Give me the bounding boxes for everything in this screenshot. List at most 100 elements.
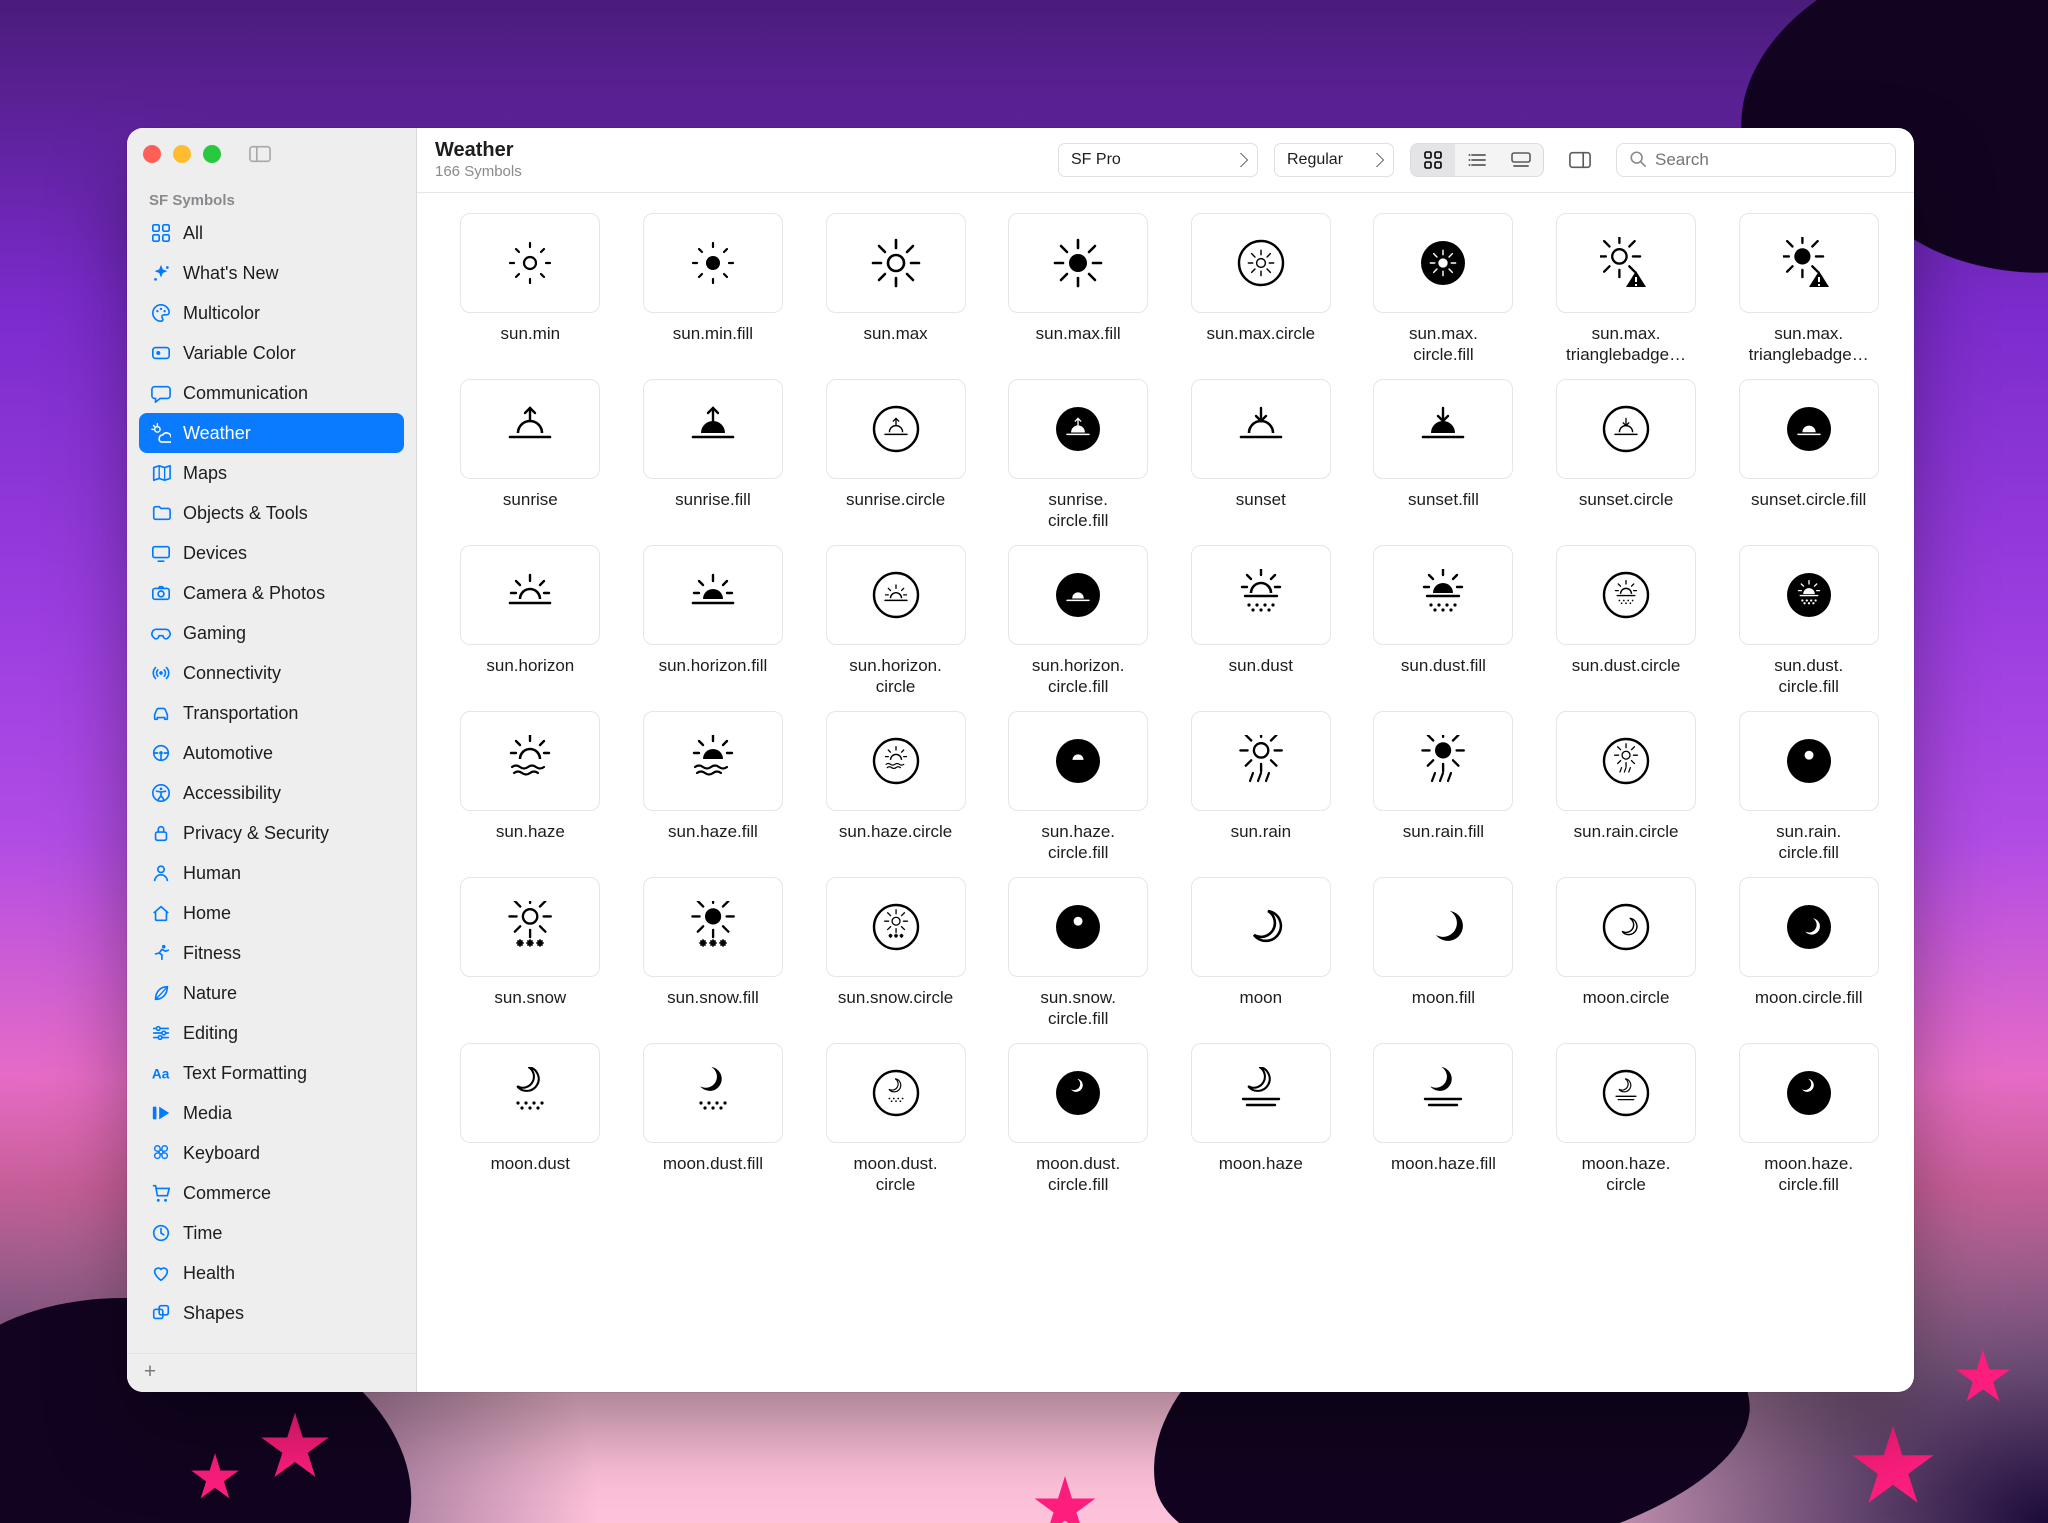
symbol-cell[interactable]: sunset.fill [1358, 379, 1529, 533]
sidebar-item-camera-photos[interactable]: Camera & Photos [139, 573, 404, 613]
symbol-cell[interactable]: moon.haze.fill [1358, 1043, 1529, 1197]
symbol-cell[interactable]: moon.circle.fill [1723, 877, 1894, 1031]
symbol-cell[interactable]: sun.dust [1176, 545, 1347, 699]
symbol-cell[interactable]: sun.max [810, 213, 981, 367]
sidebar-item-accessibility[interactable]: Accessibility [139, 773, 404, 813]
symbol-tile [643, 711, 783, 811]
search-input[interactable] [1655, 150, 1883, 170]
symbol-cell[interactable]: sun.min.fill [628, 213, 799, 367]
symbol-cell[interactable]: moon.fill [1358, 877, 1529, 1031]
sidebar-item-text-formatting[interactable]: Text Formatting [139, 1053, 404, 1093]
minimize-window-button[interactable] [173, 145, 191, 163]
close-window-button[interactable] [143, 145, 161, 163]
symbol-cell[interactable]: moon [1176, 877, 1347, 1031]
symbol-cell[interactable]: sunrise. circle.fill [993, 379, 1164, 533]
sidebar-item-commerce[interactable]: Commerce [139, 1173, 404, 1213]
sidebar-item-all[interactable]: All [139, 213, 404, 253]
symbol-cell[interactable]: sunrise.fill [628, 379, 799, 533]
symbol-cell[interactable]: sunrise [445, 379, 616, 533]
sidebar-item-multicolor[interactable]: Multicolor [139, 293, 404, 333]
symbol-cell[interactable]: sun.horizon. circle.fill [993, 545, 1164, 699]
list-view-button[interactable] [1455, 144, 1499, 176]
symbol-label: sun.max. trianglebadge… [1745, 323, 1873, 367]
sidebar-item-label: Keyboard [183, 1143, 260, 1164]
gallery-view-button[interactable] [1499, 144, 1543, 176]
sidebar-item-weather[interactable]: Weather [139, 413, 404, 453]
symbol-tile [1373, 877, 1513, 977]
sidebar-item-fitness[interactable]: Fitness [139, 933, 404, 973]
symbol-cell[interactable]: moon.haze [1176, 1043, 1347, 1197]
symbol-cell[interactable]: sun.max. trianglebadge… [1723, 213, 1894, 367]
symbol-cell[interactable]: sun.rain [1176, 711, 1347, 865]
car-icon [151, 703, 171, 723]
sidebar-item-label: Fitness [183, 943, 241, 964]
symbol-label: moon.circle [1579, 987, 1674, 1031]
symbol-cell[interactable]: sun.rain.circle [1541, 711, 1712, 865]
symbol-cell[interactable]: sunset [1176, 379, 1347, 533]
inspector-toggle-button[interactable] [1560, 144, 1600, 176]
symbol-cell[interactable]: sun.dust. circle.fill [1723, 545, 1894, 699]
person-icon [151, 863, 171, 883]
symbol-cell[interactable]: sun.max. circle.fill [1358, 213, 1529, 367]
symbol-cell[interactable]: sun.snow [445, 877, 616, 1031]
sidebar-item-gaming[interactable]: Gaming [139, 613, 404, 653]
symbol-cell[interactable]: sun.haze [445, 711, 616, 865]
sidebar-item-shapes[interactable]: Shapes [139, 1293, 404, 1333]
sidebar-item-media[interactable]: Media [139, 1093, 404, 1133]
house-icon [151, 903, 171, 923]
sidebar-item-communication[interactable]: Communication [139, 373, 404, 413]
sidebar-item-what-s-new[interactable]: What's New [139, 253, 404, 293]
symbol-cell[interactable]: sun.haze.circle [810, 711, 981, 865]
sidebar-item-home[interactable]: Home [139, 893, 404, 933]
font-selector[interactable]: SF Pro [1058, 143, 1258, 177]
symbol-cell[interactable]: sun.horizon. circle [810, 545, 981, 699]
sidebar-item-connectivity[interactable]: Connectivity [139, 653, 404, 693]
sidebar-item-maps[interactable]: Maps [139, 453, 404, 493]
symbol-tile [1373, 379, 1513, 479]
sidebar-item-time[interactable]: Time [139, 1213, 404, 1253]
symbol-cell[interactable]: sun.haze. circle.fill [993, 711, 1164, 865]
sidebar-item-automotive[interactable]: Automotive [139, 733, 404, 773]
search-field[interactable] [1616, 143, 1896, 177]
symbol-cell[interactable]: sun.snow.fill [628, 877, 799, 1031]
add-button[interactable]: + [135, 1356, 165, 1386]
symbol-cell[interactable]: sun.horizon.fill [628, 545, 799, 699]
symbol-cell[interactable]: sun.horizon [445, 545, 616, 699]
symbol-cell[interactable]: moon.dust.fill [628, 1043, 799, 1197]
zoom-window-button[interactable] [203, 145, 221, 163]
symbol-cell[interactable]: sun.snow. circle.fill [993, 877, 1164, 1031]
sidebar-item-variable-color[interactable]: Variable Color [139, 333, 404, 373]
sidebar-item-editing[interactable]: Editing [139, 1013, 404, 1053]
sidebar-item-keyboard[interactable]: Keyboard [139, 1133, 404, 1173]
sidebar-item-nature[interactable]: Nature [139, 973, 404, 1013]
sidebar-item-objects-tools[interactable]: Objects & Tools [139, 493, 404, 533]
sidebar-item-devices[interactable]: Devices [139, 533, 404, 573]
sidebar-item-human[interactable]: Human [139, 853, 404, 893]
symbol-cell[interactable]: sun.max.fill [993, 213, 1164, 367]
sidebar-item-health[interactable]: Health [139, 1253, 404, 1293]
symbol-cell[interactable]: moon.dust. circle.fill [993, 1043, 1164, 1197]
symbol-cell[interactable]: sun.snow.circle [810, 877, 981, 1031]
symbol-cell[interactable]: sunrise.circle [810, 379, 981, 533]
symbol-label: sun.horizon. circle.fill [1028, 655, 1129, 699]
symbol-cell[interactable]: moon.dust. circle [810, 1043, 981, 1197]
symbol-cell[interactable]: moon.dust [445, 1043, 616, 1197]
toggle-sidebar-button[interactable] [249, 145, 271, 163]
symbol-cell[interactable]: sunset.circle.fill [1723, 379, 1894, 533]
symbol-cell[interactable]: sun.min [445, 213, 616, 367]
symbol-cell[interactable]: sun.max. trianglebadge… [1541, 213, 1712, 367]
symbol-cell[interactable]: sun.rain.fill [1358, 711, 1529, 865]
grid-view-button[interactable] [1411, 144, 1455, 176]
sidebar-item-transportation[interactable]: Transportation [139, 693, 404, 733]
symbol-cell[interactable]: moon.circle [1541, 877, 1712, 1031]
symbol-cell[interactable]: sun.haze.fill [628, 711, 799, 865]
symbol-cell[interactable]: sun.max.circle [1176, 213, 1347, 367]
weight-selector[interactable]: Regular [1274, 143, 1394, 177]
symbol-cell[interactable]: sun.dust.circle [1541, 545, 1712, 699]
symbol-cell[interactable]: sunset.circle [1541, 379, 1712, 533]
sidebar-item-privacy-security[interactable]: Privacy & Security [139, 813, 404, 853]
symbol-cell[interactable]: sun.rain. circle.fill [1723, 711, 1894, 865]
symbol-cell[interactable]: moon.haze. circle [1541, 1043, 1712, 1197]
symbol-cell[interactable]: moon.haze. circle.fill [1723, 1043, 1894, 1197]
symbol-cell[interactable]: sun.dust.fill [1358, 545, 1529, 699]
